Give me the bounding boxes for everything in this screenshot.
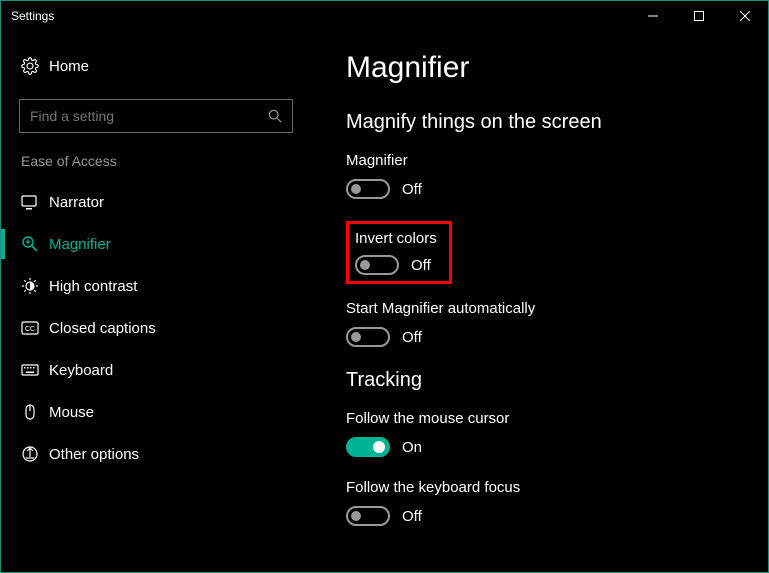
close-icon (740, 11, 750, 21)
toggle-status-follow-keyboard: Off (402, 508, 422, 525)
maximize-icon (694, 11, 704, 21)
titlebar: Settings (1, 1, 768, 31)
page-title: Magnifier (346, 51, 738, 85)
toggle-start-auto[interactable] (346, 327, 390, 347)
sidebar-item-magnifier[interactable]: Magnifier (1, 223, 311, 265)
sidebar-item-label: Narrator (49, 194, 104, 211)
sidebar-item-narrator[interactable]: Narrator (1, 181, 311, 223)
toggle-magnifier[interactable] (346, 179, 390, 199)
toggle-invert-colors[interactable] (355, 255, 399, 275)
setting-label-follow-mouse: Follow the mouse cursor (346, 410, 738, 427)
window-controls (630, 1, 768, 31)
keyboard-icon (21, 361, 49, 379)
main-panel: Magnifier Magnify things on the screen M… (311, 31, 768, 572)
close-button[interactable] (722, 1, 768, 31)
toggle-status-start-auto: Off (402, 329, 422, 346)
gear-icon (21, 57, 49, 75)
sidebar-item-label: High contrast (49, 278, 137, 295)
sidebar-item-label: Magnifier (49, 236, 111, 253)
section-title-tracking: Tracking (346, 369, 738, 392)
sidebar-item-high-contrast[interactable]: High contrast (1, 265, 311, 307)
toggle-status-invert-colors: Off (411, 257, 431, 274)
toggle-follow-keyboard[interactable] (346, 506, 390, 526)
sidebar-item-label: Mouse (49, 404, 94, 421)
high-contrast-icon (21, 277, 49, 295)
sidebar-item-keyboard[interactable]: Keyboard (1, 349, 311, 391)
minimize-button[interactable] (630, 1, 676, 31)
sidebar-item-label: Keyboard (49, 362, 113, 379)
sidebar: Home Ease of Access Narrator Magnifier (1, 31, 311, 572)
sidebar-item-closed-captions[interactable]: CC Closed captions (1, 307, 311, 349)
search-box[interactable] (19, 99, 293, 133)
sidebar-item-label: Closed captions (49, 320, 156, 337)
section-title-magnify: Magnify things on the screen (346, 111, 738, 134)
narrator-icon (21, 193, 49, 211)
setting-label-start-auto: Start Magnifier automatically (346, 300, 738, 317)
maximize-button[interactable] (676, 1, 722, 31)
other-options-icon (21, 445, 49, 463)
magnifier-icon (21, 235, 49, 253)
setting-label-magnifier: Magnifier (346, 152, 738, 169)
search-input[interactable] (30, 108, 268, 124)
search-icon (268, 109, 282, 123)
home-label: Home (49, 58, 89, 75)
toggle-status-magnifier: Off (402, 181, 422, 198)
minimize-icon (648, 11, 658, 21)
svg-text:CC: CC (25, 326, 35, 333)
setting-label-follow-keyboard: Follow the keyboard focus (346, 479, 738, 496)
category-label: Ease of Access (1, 153, 311, 181)
home-button[interactable]: Home (1, 47, 311, 85)
setting-label-invert-colors: Invert colors (355, 230, 437, 247)
toggle-follow-mouse[interactable] (346, 437, 390, 457)
closed-captions-icon: CC (21, 319, 49, 337)
toggle-status-follow-mouse: On (402, 439, 422, 456)
sidebar-item-other-options[interactable]: Other options (1, 433, 311, 475)
window-title: Settings (11, 9, 54, 23)
mouse-icon (21, 403, 49, 421)
sidebar-item-mouse[interactable]: Mouse (1, 391, 311, 433)
sidebar-item-label: Other options (49, 446, 139, 463)
highlight-invert-colors: Invert colors Off (346, 221, 452, 284)
